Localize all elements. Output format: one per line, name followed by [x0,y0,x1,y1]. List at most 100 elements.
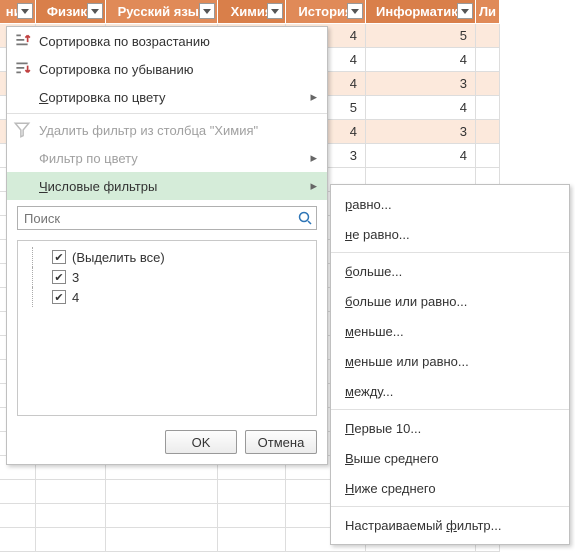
table-cell[interactable] [36,504,106,528]
header-label: Русский язык [118,4,206,19]
filter-equals[interactable]: равно... [331,189,569,219]
submenu-label: Первые 10... [345,421,421,436]
filter-not-equals[interactable]: не равно... [331,219,569,249]
table-cell[interactable]: 4 [366,144,476,168]
table-cell[interactable]: 4 [366,96,476,120]
table-cell[interactable] [106,480,218,504]
table-cell[interactable] [0,504,36,528]
submenu-separator [331,409,569,410]
column-header[interactable]: История [286,0,366,24]
table-cell[interactable] [476,72,500,96]
cancel-button[interactable]: Отмена [245,430,317,454]
filter-dropdown-icon[interactable] [457,3,473,19]
select-all-label: (Выделить все) [72,250,165,265]
funnel-clear-icon [13,121,31,139]
column-header[interactable]: Химия [218,0,286,24]
table-cell[interactable]: 4 [366,48,476,72]
filter-greater-eq[interactable]: больше или равно... [331,286,569,316]
column-header[interactable]: Ли [476,0,500,24]
submenu-label: Выше среднего [345,451,439,466]
clear-filter: Удалить фильтр из столбца "Химия" [7,116,327,144]
table-cell[interactable] [218,480,286,504]
filter-dropdown-icon[interactable] [347,3,363,19]
table-cell[interactable] [476,48,500,72]
column-header[interactable]: Информатика [366,0,476,24]
chevron-right-icon: ▸ [310,178,317,194]
filter-value-item[interactable]: ✔ 4 [24,287,310,307]
filter-less[interactable]: меньше... [331,316,569,346]
checkbox-icon: ✔ [52,290,66,304]
table-cell[interactable]: 3 [366,120,476,144]
sort-descending[interactable]: Сортировка по убыванию [7,55,327,83]
filter-top10[interactable]: Первые 10... [331,413,569,443]
menu-separator [7,113,327,114]
filter-greater[interactable]: больше... [331,256,569,286]
ok-button[interactable]: OK [165,430,237,454]
submenu-label: Ниже среднего [345,481,436,496]
sort-ascending[interactable]: Сортировка по возрастанию [7,27,327,55]
number-filters[interactable]: Числовые фильтры ▸ [7,172,327,200]
table-cell[interactable] [476,96,500,120]
table-cell[interactable] [218,528,286,552]
filter-color-label: Фильтр по цвету [39,151,138,166]
table-cell[interactable] [0,480,36,504]
filter-above-avg[interactable]: Выше среднего [331,443,569,473]
table-cell[interactable] [106,528,218,552]
header-label: История [298,4,352,19]
filter-dropdown-icon[interactable] [267,3,283,19]
table-cell[interactable] [476,24,500,48]
filter-search[interactable] [17,206,317,230]
filter-value-label: 3 [72,270,79,285]
search-input[interactable] [18,211,294,226]
sort-desc-icon [13,60,31,78]
sort-by-color[interactable]: Сортировка по цвету ▸ [7,83,327,111]
sort-asc-label: Сортировка по возрастанию [39,34,210,49]
filter-select-all[interactable]: ✔ (Выделить все) [24,247,310,267]
checkbox-icon: ✔ [52,270,66,284]
filter-dropdown-icon[interactable] [199,3,215,19]
number-filters-submenu: равно... не равно... больше... больше ил… [330,184,570,545]
filter-between[interactable]: между... [331,376,569,406]
submenu-label: равно... [345,197,392,212]
submenu-label: больше или равно... [345,294,467,309]
table-cell[interactable] [36,480,106,504]
checkbox-icon: ✔ [52,250,66,264]
search-wrap [7,200,327,236]
filter-dropdown-menu: Сортировка по возрастанию Сортировка по … [6,26,328,465]
table-cell[interactable] [218,504,286,528]
table-cell[interactable] [476,120,500,144]
filter-values-list: ✔ (Выделить все) ✔ 3 ✔ 4 [17,240,317,416]
column-header[interactable]: Русский язык [106,0,218,24]
table-cell[interactable]: 3 [366,72,476,96]
header-label: Ли [479,4,496,19]
submenu-label: меньше... [345,324,404,339]
table-cell[interactable] [0,528,36,552]
filter-custom[interactable]: Настраиваемый фильтр... [331,510,569,540]
filter-less-eq[interactable]: меньше или равно... [331,346,569,376]
submenu-separator [331,506,569,507]
filter-by-color: Фильтр по цвету ▸ [7,144,327,172]
filter-dropdown-icon[interactable] [17,3,33,19]
dialog-buttons: OK Отмена [7,422,327,464]
table-cell[interactable] [476,144,500,168]
column-header[interactable]: Физика [36,0,106,24]
search-icon [294,210,316,226]
column-header[interactable]: ния [0,0,36,24]
table-cell[interactable] [36,528,106,552]
table-cell[interactable] [106,504,218,528]
sort-color-label: Сортировка по цвету [39,90,165,105]
submenu-label: Настраиваемый фильтр... [345,518,502,533]
chevron-right-icon: ▸ [310,89,317,105]
table-cell[interactable]: 5 [366,24,476,48]
submenu-label: меньше или равно... [345,354,469,369]
chevron-right-icon: ▸ [310,150,317,166]
filter-dropdown-icon[interactable] [87,3,103,19]
filter-value-item[interactable]: ✔ 3 [24,267,310,287]
header-label: Информатика [376,4,465,19]
filter-below-avg[interactable]: Ниже среднего [331,473,569,503]
submenu-label: между... [345,384,393,399]
submenu-separator [331,252,569,253]
submenu-label: не равно... [345,227,410,242]
num-filters-label: Числовые фильтры [39,179,157,194]
header-row: нияФизика Русский язык Химия История Информа… [0,0,575,24]
